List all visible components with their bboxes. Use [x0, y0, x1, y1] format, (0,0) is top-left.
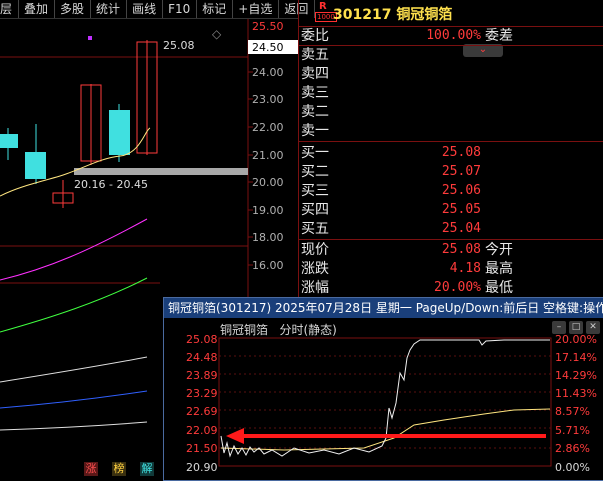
price-tick: 23.89: [186, 369, 218, 382]
toolbar-item-add-fav[interactable]: +自选: [233, 0, 280, 18]
indicator-white2: [0, 421, 148, 431]
toolbar-item-partial[interactable]: 层: [0, 0, 20, 18]
rank-badge[interactable]: 榜: [112, 462, 126, 476]
toolbar-item-multi[interactable]: 多股: [55, 0, 92, 18]
price-tick: 22.09: [186, 424, 218, 437]
price-axis-label: 16.00: [252, 259, 284, 272]
ask-row: 卖二: [301, 104, 329, 120]
indicator-magenta: [0, 218, 148, 281]
bid-row: 买一 25.08: [301, 145, 481, 161]
toolbar-item-f10[interactable]: F10: [163, 0, 198, 18]
bid-row: 买五 25.04: [301, 221, 481, 237]
toolbar: 层 叠加 多股 统计 画线 F10 标记 +自选 返回: [0, 0, 316, 19]
indicator-green: [0, 277, 148, 333]
stat-row: 涨幅 20.00% 最低: [301, 280, 513, 296]
price-tick: 24.48: [186, 351, 218, 364]
price-tick: 23.29: [186, 387, 218, 400]
gap-band: [74, 168, 248, 175]
intraday-price-line: [220, 339, 550, 458]
price-tick: 20.90: [186, 461, 218, 474]
quote-header: R 1000 301217 铜冠铜箔: [299, 0, 603, 27]
range-annotation: 20.16 - 20.45: [74, 178, 148, 191]
r-badge-icon: R 1000: [315, 1, 337, 22]
toolbar-item-stats[interactable]: 统计: [91, 0, 128, 18]
ask-row: 卖三: [301, 85, 329, 101]
price-axis-label: 24.00: [252, 66, 284, 79]
toolbar-item-mark[interactable]: 标记: [197, 0, 234, 18]
purple-dot: [88, 36, 92, 40]
price-axis-label: 23.00: [252, 93, 284, 106]
bid-row: 买二 25.07: [301, 164, 481, 180]
weibi-label: 委比: [301, 28, 329, 44]
bid-row: 买三 25.06: [301, 183, 481, 199]
pct-tick: 2.86%: [555, 442, 590, 455]
price-axis-label: 20.00: [252, 176, 284, 189]
avg-price-line: [220, 408, 551, 451]
toolbar-item-overlay[interactable]: 叠加: [19, 0, 56, 18]
price-axis-label: 25.50: [252, 20, 284, 33]
intraday-chart[interactable]: 25.08 24.48 23.89 23.29 22.69 22.09 21.5…: [164, 298, 603, 480]
pct-tick: 20.00%: [555, 333, 597, 346]
price-tick: 25.08: [186, 333, 218, 346]
red-arrow-head: [226, 428, 244, 444]
indicator-blue: [0, 390, 148, 409]
price-axis-label: 21.00: [252, 149, 284, 162]
weibi-value: 100.00%: [426, 28, 481, 43]
current-price-label: 24.50: [252, 41, 284, 54]
indicator-white: [0, 356, 148, 383]
price-axis-label: 22.00: [252, 121, 284, 134]
stat-row: 涨跌 4.18 最高: [301, 261, 513, 277]
stock-code-name: 301217 铜冠铜箔: [333, 7, 453, 23]
weibi-row: 委比 100.00% 委差: [299, 27, 603, 45]
bid-row: 买四 25.05: [301, 202, 481, 218]
intraday-popup[interactable]: 铜冠铜箔(301217) 2025年07月28日 星期一 PageUp/Down…: [163, 297, 603, 481]
weicha-label: 委差: [485, 28, 513, 44]
price-tick: 22.69: [186, 405, 218, 418]
high-annotation: 25.08: [163, 39, 195, 52]
toolbar-item-draw[interactable]: 画线: [127, 0, 164, 18]
pct-tick: 17.14%: [555, 351, 597, 364]
diamond-marker-icon: ◇: [212, 27, 222, 41]
explain-badge[interactable]: 解: [140, 462, 154, 476]
pct-tick: 8.57%: [555, 405, 590, 418]
ask-row: 卖四: [301, 66, 329, 82]
price-axis-label: 18.00: [252, 231, 284, 244]
pct-tick: 5.71%: [555, 424, 590, 437]
ask-row: 卖五: [301, 47, 329, 63]
pct-tick: 0.00%: [555, 461, 590, 474]
price-tick: 21.50: [186, 442, 218, 455]
limit-up-badge[interactable]: 涨: [84, 462, 98, 476]
stat-row: 现价 25.08 今开: [301, 242, 513, 258]
pct-tick: 14.29%: [555, 369, 597, 382]
price-axis-label: 19.00: [252, 204, 284, 217]
pct-tick: 11.43%: [555, 387, 597, 400]
ask-row: 卖一: [301, 123, 329, 139]
